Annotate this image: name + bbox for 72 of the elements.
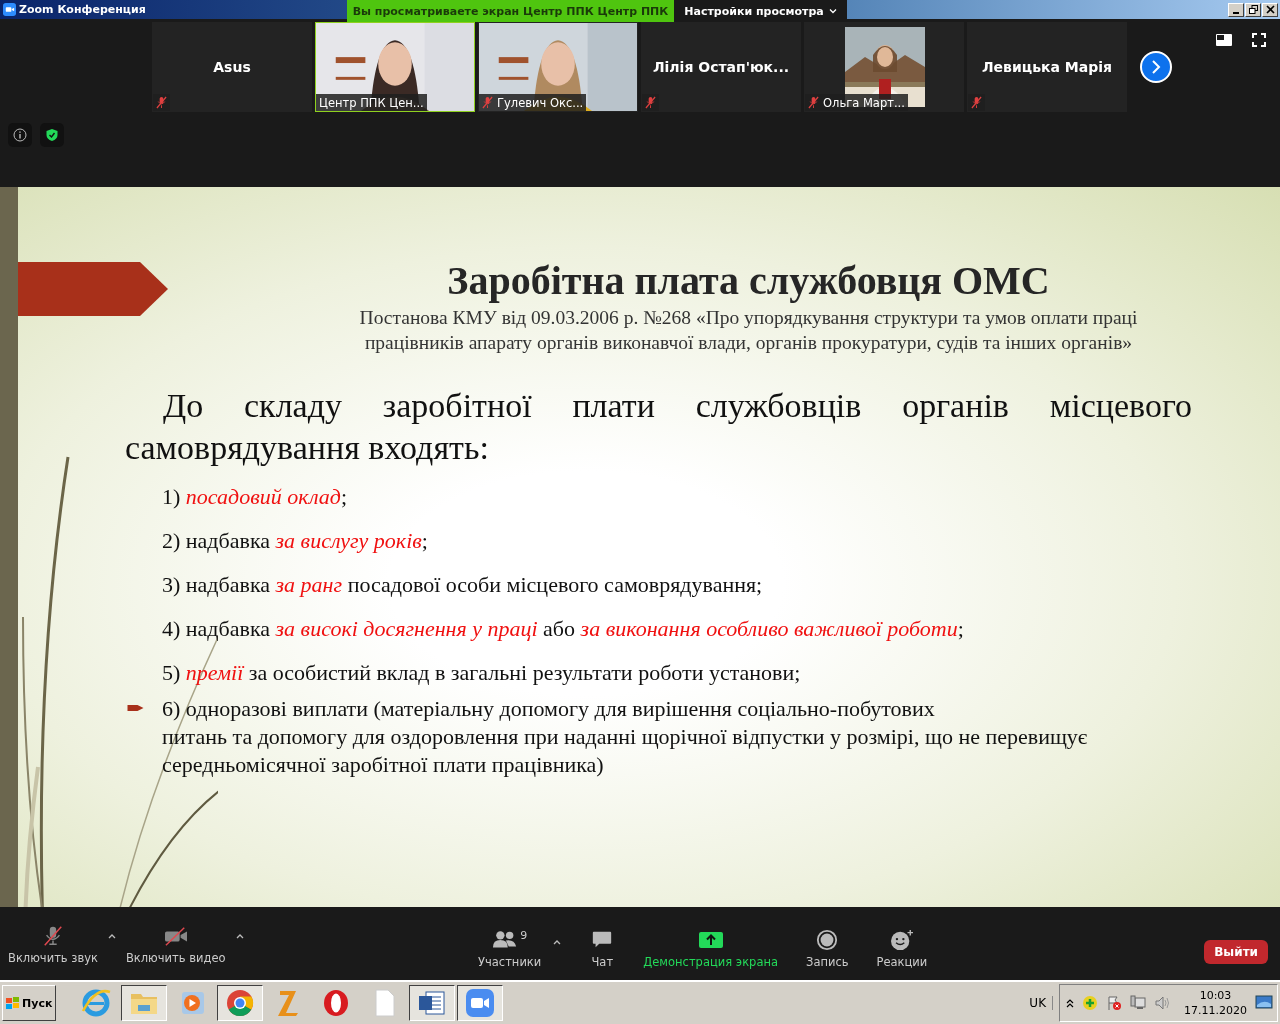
caret-icon[interactable] — [553, 939, 562, 945]
participant-name: Гулевич Окс... — [497, 95, 584, 110]
minimize-button[interactable] — [1228, 2, 1244, 17]
windows-logo-icon — [6, 996, 20, 1010]
chevron-right-icon — [1150, 60, 1162, 74]
toolbar-button[interactable]: 9 Участники — [478, 929, 542, 969]
minimize-icon — [1233, 11, 1239, 14]
view-options-button[interactable]: Настройки просмотра — [674, 0, 847, 22]
layout-icon[interactable] — [1216, 34, 1232, 46]
smiley-icon — [888, 929, 915, 951]
language-indicator[interactable]: UK — [1029, 996, 1053, 1010]
camera-icon — [3, 3, 16, 16]
list-item-text: 2) надбавка за вислугу років; — [162, 527, 429, 555]
close-icon — [1265, 5, 1275, 14]
list-item-text: 6) одноразові виплати (матеріальну допомогу для вирішення соціально-побутових питань та допомогу для оздоровлення при наданні щорічної відпустки у розмірі, що не перевищує середньомісячної заробітної плати працівника) — [162, 695, 1089, 779]
participant-tile[interactable]: Ольга Март... — [804, 22, 964, 112]
list-item-text: 4) надбавка за високі досягнення у праці або за виконання особливо важливої роботи; — [162, 615, 965, 643]
restore-icon — [1248, 5, 1258, 14]
restore-button[interactable] — [1245, 2, 1261, 17]
share-screen-icon — [697, 929, 724, 951]
participant-name: Asus — [213, 59, 251, 75]
info-icon — [13, 128, 27, 142]
chevron-icon — [828, 8, 837, 14]
browser-icon — [80, 987, 113, 1019]
toolbar-button[interactable]: Запись — [806, 929, 849, 969]
fullscreen-icon[interactable] — [1252, 33, 1266, 47]
toolbar-button[interactable]: Включить видео — [125, 922, 226, 965]
speaker-icon[interactable] — [1154, 995, 1170, 1011]
info-button[interactable] — [8, 123, 32, 147]
taskbar-button[interactable] — [457, 985, 504, 1021]
participant-count: 9 — [520, 929, 528, 942]
participant-name: Лілія Остап'юк... — [652, 59, 790, 75]
next-page-button[interactable] — [1140, 51, 1172, 83]
flag-icon[interactable] — [1106, 995, 1122, 1011]
toolbar-button[interactable]: Демонстрация экрана — [643, 929, 778, 969]
taskbar-button[interactable] — [121, 985, 168, 1021]
leave-button[interactable]: Выйти — [1204, 940, 1268, 964]
list-item-text: 5) премії за особистий вклад в загальні результати роботи установи; — [162, 659, 802, 687]
slide-title: Заробітна плата службовця ОМС — [446, 257, 1051, 305]
list-item-text: 1) посадовий оклад; — [162, 483, 349, 511]
share-banner: Вы просматриваете экран Центр ППК Центр ППК — [347, 0, 674, 22]
participant-tile[interactable]: Asus — [152, 22, 312, 112]
security-button[interactable] — [40, 123, 64, 147]
toolbar-button[interactable]: Включить звук — [8, 922, 98, 965]
slide-subtitle: працівників апарату органів виконавчої влади, органів прокуратури, судів та інших органів» — [363, 331, 1134, 355]
list-item-text: 3) надбавка за ранг посадової особи місцевого самоврядування; — [162, 571, 764, 599]
slide-subtitle: Постанова КМУ від 09.03.2006 р. №268 «Про упорядкування структури та умов оплати праці — [358, 306, 1139, 330]
participant-tile[interactable]: Лілія Остап'юк... — [641, 22, 801, 112]
camera-icon — [464, 987, 497, 1019]
video-off-icon — [162, 924, 189, 947]
clock-date: 17.11.2020 — [1184, 1003, 1247, 1018]
start-button[interactable]: Пуск — [2, 985, 57, 1021]
close-button[interactable] — [1262, 2, 1278, 17]
participant-name: Ольга Март... — [823, 95, 905, 110]
participant-tile[interactable]: Гулевич Окс... — [478, 22, 638, 112]
taskbar-button[interactable] — [217, 985, 264, 1021]
caret-icon[interactable] — [235, 932, 244, 939]
desktop-icon[interactable] — [1255, 994, 1273, 1012]
taskbar-button[interactable] — [409, 985, 456, 1021]
intro-text: До складу заробітної плати службовців органів місцевого самоврядування входять: — [125, 386, 1192, 468]
chevron-icon[interactable] — [1066, 998, 1074, 1008]
participant-name: Центр ППК Цен... — [319, 95, 424, 110]
window-title: Zoom Конференция — [19, 3, 146, 16]
shield-icon — [45, 128, 59, 142]
caret-icon[interactable] — [107, 932, 116, 939]
toolbar-button[interactable]: Реакции — [876, 929, 928, 969]
participant-name: Левицька Марія — [981, 59, 1112, 75]
participant-tile[interactable]: Центр ППК Цен... — [315, 22, 475, 112]
clock-time: 10:03 — [1199, 988, 1232, 1003]
network-icon[interactable] — [1130, 995, 1146, 1011]
toolbar-button[interactable]: Чат — [589, 929, 616, 969]
participant-tile[interactable]: Левицька Марія — [967, 22, 1127, 112]
